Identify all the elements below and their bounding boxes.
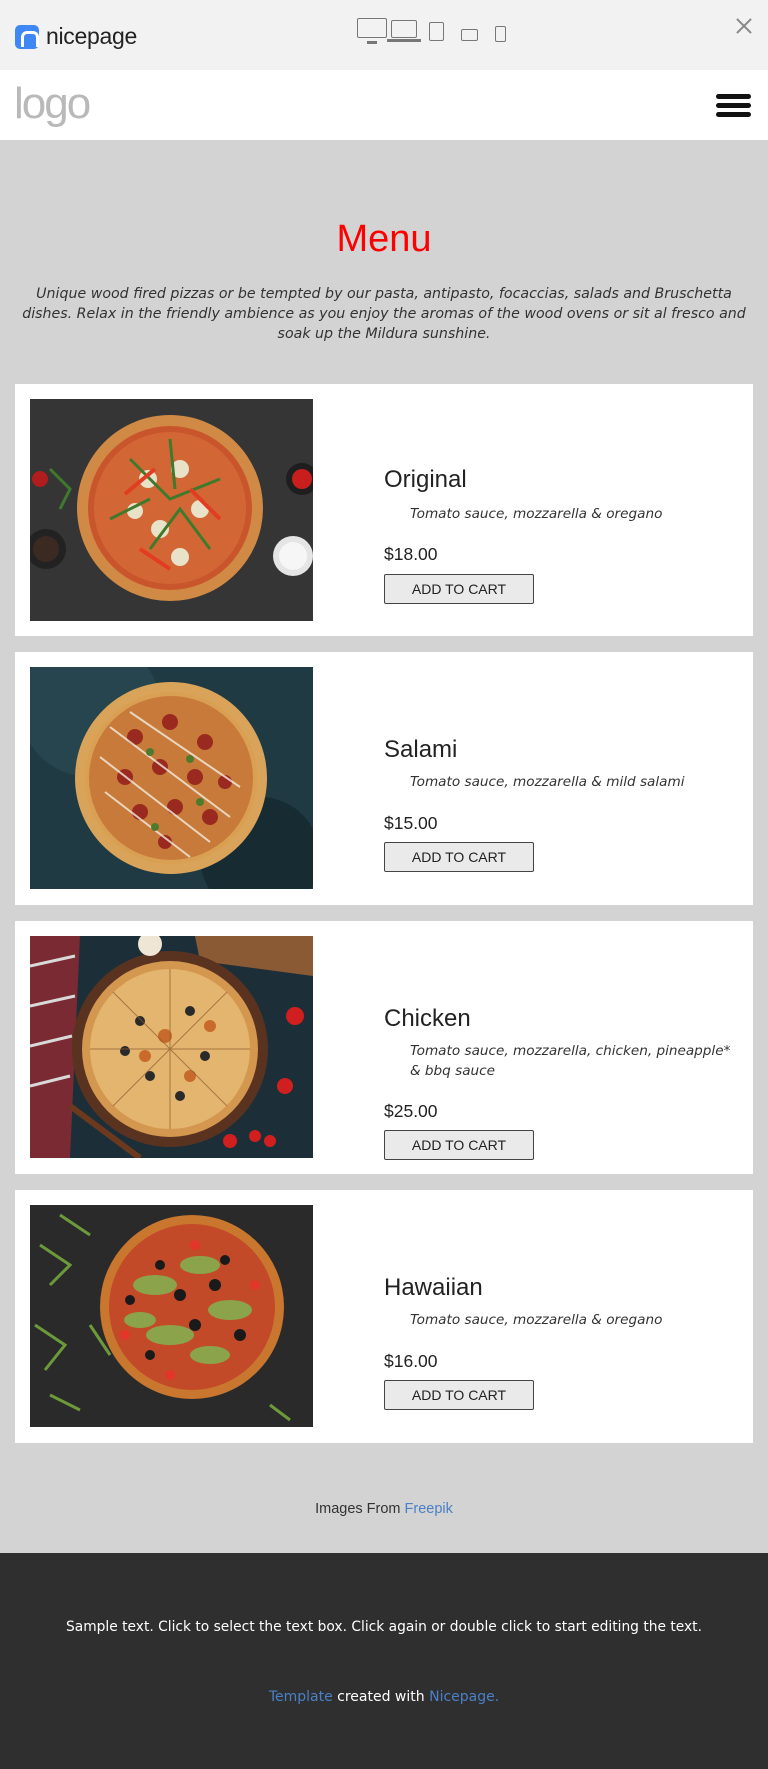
nicepage-link[interactable]: Nicepage. — [429, 1689, 499, 1705]
phone-icon[interactable] — [495, 26, 506, 42]
menu-item-name: Original — [384, 466, 467, 493]
image-credit-label: Images From — [315, 1501, 401, 1517]
nicepage-brand-name: nicepage — [46, 23, 137, 49]
image-credit: Images From Freepik — [0, 1501, 768, 1517]
menu-item-name: Salami — [384, 736, 458, 763]
menu-item-description: Tomato sauce, mozzarella, chicken, pinea… — [410, 1043, 731, 1079]
menu-item-price: $25.00 — [384, 1101, 438, 1121]
menu-item-price: $15.00 — [384, 813, 438, 833]
menu-item-price: $18.00 — [384, 544, 438, 564]
close-icon[interactable] — [732, 14, 756, 38]
menu-item-card: Original Tomato sauce, mozzarella & oreg… — [15, 384, 753, 636]
add-to-cart-button[interactable]: ADD TO CART — [384, 1130, 534, 1160]
menu-item-card: Hawaiian Tomato sauce, mozzarella & oreg… — [15, 1190, 753, 1443]
freepik-link[interactable]: Freepik — [405, 1501, 453, 1517]
pizza-hawaiian-image — [30, 1205, 313, 1427]
add-to-cart-button[interactable]: ADD TO CART — [384, 1380, 534, 1410]
menu-item-description: Tomato sauce, mozzarella & oregano — [410, 506, 663, 522]
menu-item-name: Chicken — [384, 1005, 471, 1032]
nicepage-logo[interactable]: nicepage — [15, 23, 137, 50]
hamburger-bar — [716, 112, 751, 117]
menu-title: Menu — [336, 218, 432, 260]
add-to-cart-button[interactable]: ADD TO CART — [384, 574, 534, 604]
footer-sample-text: Sample text. Click to select the text bo… — [66, 1619, 702, 1635]
nicepage-logo-icon — [15, 24, 39, 49]
footer-credit: Template created with Nicepage. — [0, 1689, 768, 1705]
laptop-icon[interactable] — [387, 20, 421, 42]
menu-intro: Unique wood fired pizzas or be tempted b… — [22, 286, 746, 342]
menu-item-description: Tomato sauce, mozzarella & oregano — [410, 1312, 663, 1328]
hamburger-bar — [716, 103, 751, 108]
hamburger-menu-icon[interactable] — [716, 92, 751, 120]
pizza-salami-image — [30, 667, 313, 889]
menu-item-description: Tomato sauce, mozzarella & mild salami — [410, 774, 685, 790]
menu-item-name: Hawaiian — [384, 1274, 483, 1301]
pizza-original-image — [30, 399, 313, 621]
site-footer: Sample text. Click to select the text bo… — [0, 1553, 768, 1769]
menu-item-card: Salami Tomato sauce, mozzarella & mild s… — [15, 652, 753, 905]
tablet-landscape-icon[interactable] — [461, 29, 478, 41]
site-logo[interactable]: logo — [14, 82, 91, 126]
menu-item-price: $16.00 — [384, 1351, 438, 1371]
site-header: logo — [0, 70, 768, 140]
template-link[interactable]: Template — [269, 1689, 333, 1705]
tablet-icon[interactable] — [429, 22, 444, 41]
hamburger-bar — [716, 94, 751, 99]
menu-item-card: Chicken Tomato sauce, mozzarella, chicke… — [15, 921, 753, 1174]
editor-preview-bar: nicepage — [0, 0, 768, 70]
add-to-cart-button[interactable]: ADD TO CART — [384, 842, 534, 872]
desktop-icon[interactable] — [357, 18, 387, 44]
pizza-chicken-image — [30, 936, 313, 1158]
footer-credit-middle: created with — [337, 1689, 425, 1705]
